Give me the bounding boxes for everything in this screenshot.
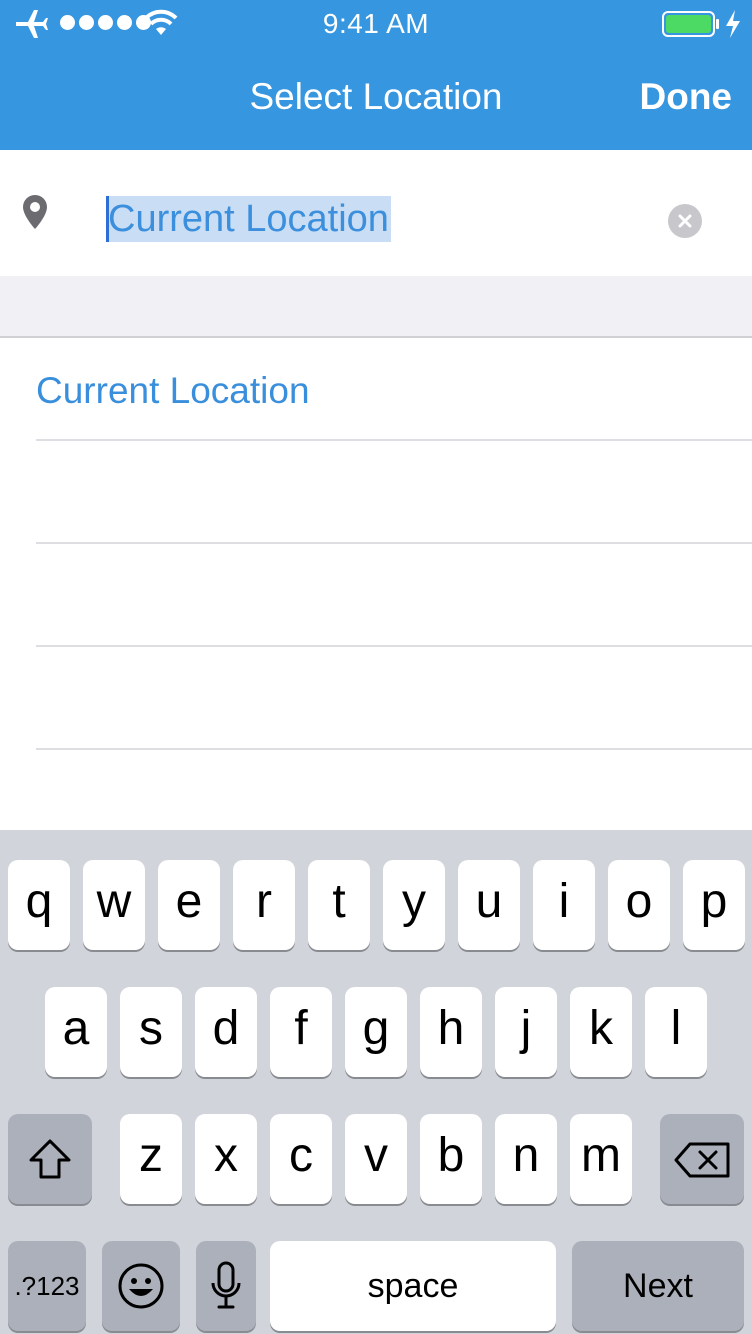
section-separator	[0, 276, 752, 338]
key-t[interactable]: t	[308, 860, 370, 950]
status-time: 9:41 AM	[322, 8, 430, 39]
location-search-row: Current Location	[0, 150, 752, 276]
key-l[interactable]: l	[645, 987, 707, 1077]
backspace-icon	[674, 1142, 730, 1178]
key-m[interactable]: m	[570, 1114, 632, 1204]
result-row[interactable]	[36, 441, 752, 544]
numbers-key[interactable]: .?123	[8, 1241, 86, 1331]
result-row[interactable]	[36, 647, 752, 750]
key-q[interactable]: q	[8, 860, 70, 950]
search-input-value: Current Location	[106, 196, 391, 242]
key-i[interactable]: i	[533, 860, 595, 950]
key-s[interactable]: s	[120, 987, 182, 1077]
shift-key[interactable]	[8, 1114, 92, 1204]
next-key[interactable]: Next	[572, 1241, 744, 1331]
result-row[interactable]	[36, 544, 752, 647]
microphone-icon	[211, 1261, 241, 1309]
key-u[interactable]: u	[458, 860, 520, 950]
map-pin-icon	[23, 195, 47, 229]
key-c[interactable]: c	[270, 1114, 332, 1204]
key-b[interactable]: b	[420, 1114, 482, 1204]
navigation-header: 9:41 AM Select Location Done	[0, 0, 752, 150]
key-h[interactable]: h	[420, 987, 482, 1077]
location-results-list: Current Location	[0, 338, 752, 750]
result-label: Current Location	[36, 370, 310, 411]
key-g[interactable]: g	[345, 987, 407, 1077]
key-f[interactable]: f	[270, 987, 332, 1077]
dictation-key[interactable]	[196, 1241, 256, 1331]
key-r[interactable]: r	[233, 860, 295, 950]
battery-icon	[662, 11, 719, 37]
charging-icon	[726, 10, 740, 38]
key-n[interactable]: n	[495, 1114, 557, 1204]
clear-text-icon[interactable]	[668, 204, 702, 238]
keyboard: q w e r t y u i o p a s d f g h j k l z …	[0, 830, 752, 1334]
key-p[interactable]: p	[683, 860, 745, 950]
space-key[interactable]: space	[270, 1241, 556, 1331]
key-w[interactable]: w	[83, 860, 145, 950]
key-d[interactable]: d	[195, 987, 257, 1077]
emoji-key[interactable]	[102, 1241, 180, 1331]
done-button[interactable]: Done	[640, 76, 733, 118]
text-cursor	[106, 196, 109, 242]
key-e[interactable]: e	[158, 860, 220, 950]
key-o[interactable]: o	[608, 860, 670, 950]
key-a[interactable]: a	[45, 987, 107, 1077]
key-y[interactable]: y	[383, 860, 445, 950]
key-j[interactable]: j	[495, 987, 557, 1077]
key-v[interactable]: v	[345, 1114, 407, 1204]
shift-icon	[29, 1139, 71, 1179]
backspace-key[interactable]	[660, 1114, 744, 1204]
status-bar: 9:41 AM	[0, 0, 752, 48]
emoji-icon	[118, 1263, 164, 1309]
result-row[interactable]: Current Location	[36, 338, 752, 441]
key-k[interactable]: k	[570, 987, 632, 1077]
key-z[interactable]: z	[120, 1114, 182, 1204]
location-search-input[interactable]: Current Location	[106, 196, 391, 242]
key-x[interactable]: x	[195, 1114, 257, 1204]
